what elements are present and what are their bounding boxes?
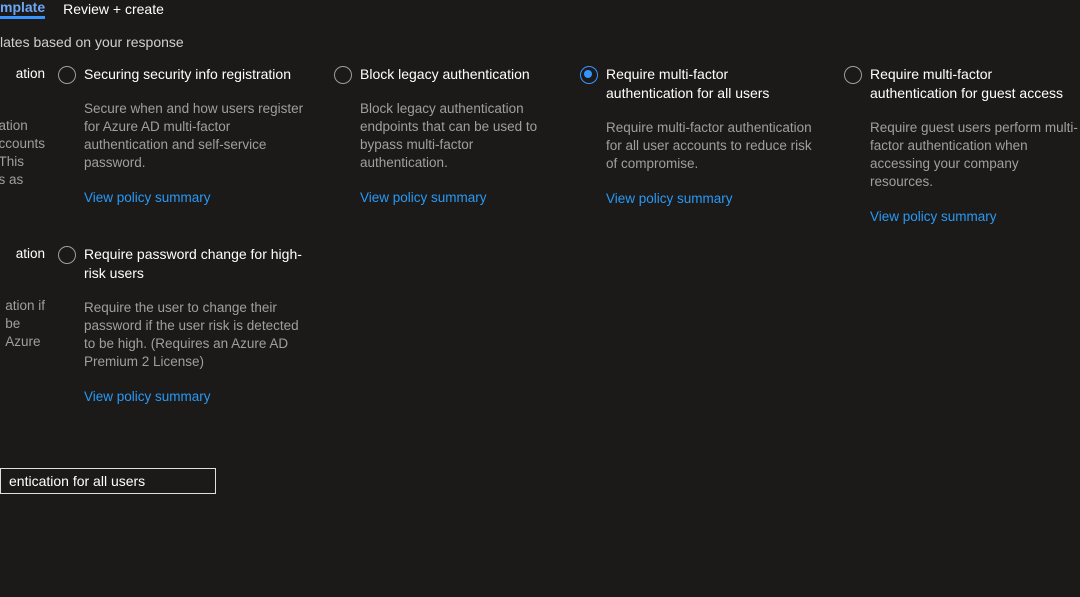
radio-mfa-guest[interactable] (844, 66, 862, 84)
template-row-1: Securing security info registration Secu… (58, 65, 1080, 224)
radio-securing-registration[interactable] (58, 66, 76, 84)
wizard-tabs: mplate Review + create (0, 0, 1080, 18)
view-policy-summary-link[interactable]: View policy summary (870, 209, 997, 224)
left-card2-title-frag: ation (16, 245, 45, 263)
card-title: Require multi-factor authentication for … (606, 65, 814, 103)
card-title: Block legacy authentication (360, 65, 550, 84)
card-desc: Require guest users perform multi-factor… (870, 119, 1078, 191)
radio-block-legacy-auth[interactable] (334, 66, 352, 84)
left-gutter: ation ation ccounts This s as ation atio… (0, 0, 45, 597)
view-policy-summary-link[interactable]: View policy summary (360, 190, 487, 205)
view-policy-summary-link[interactable]: View policy summary (84, 190, 211, 205)
template-card-mfa-all-users[interactable]: Require multi-factor authentication for … (580, 65, 814, 224)
left-card2-desc-frag: ation if be Azure (5, 297, 45, 351)
tab-review-create[interactable]: Review + create (63, 1, 164, 18)
radio-mfa-all-users[interactable] (580, 66, 598, 84)
template-card-block-legacy-auth[interactable]: Block legacy authentication Block legacy… (334, 65, 550, 224)
card-title: Securing security info registration (84, 65, 304, 84)
left-card1-desc-frag: ation ccounts This s as (0, 117, 45, 189)
template-card-password-change-high-risk[interactable]: Require password change for high-risk us… (58, 245, 304, 404)
card-desc: Require the user to change their passwor… (84, 299, 304, 371)
template-card-securing-registration[interactable]: Securing security info registration Secu… (58, 65, 304, 224)
template-card-mfa-guest[interactable]: Require multi-factor authentication for … (844, 65, 1078, 224)
section-subtitle: lates based on your response (0, 34, 1080, 50)
card-desc: Block legacy authentication endpoints th… (360, 100, 550, 172)
card-desc: Require multi-factor authentication for … (606, 119, 814, 173)
policy-name-input[interactable] (0, 468, 216, 494)
view-policy-summary-link[interactable]: View policy summary (606, 191, 733, 206)
card-desc: Secure when and how users register for A… (84, 100, 304, 172)
template-row-2: Require password change for high-risk us… (58, 245, 1080, 404)
view-policy-summary-link[interactable]: View policy summary (84, 389, 211, 404)
radio-password-change-high-risk[interactable] (58, 246, 76, 264)
left-card1-title-frag: ation (16, 65, 45, 83)
card-title: Require password change for high-risk us… (84, 245, 304, 283)
card-title: Require multi-factor authentication for … (870, 65, 1078, 103)
